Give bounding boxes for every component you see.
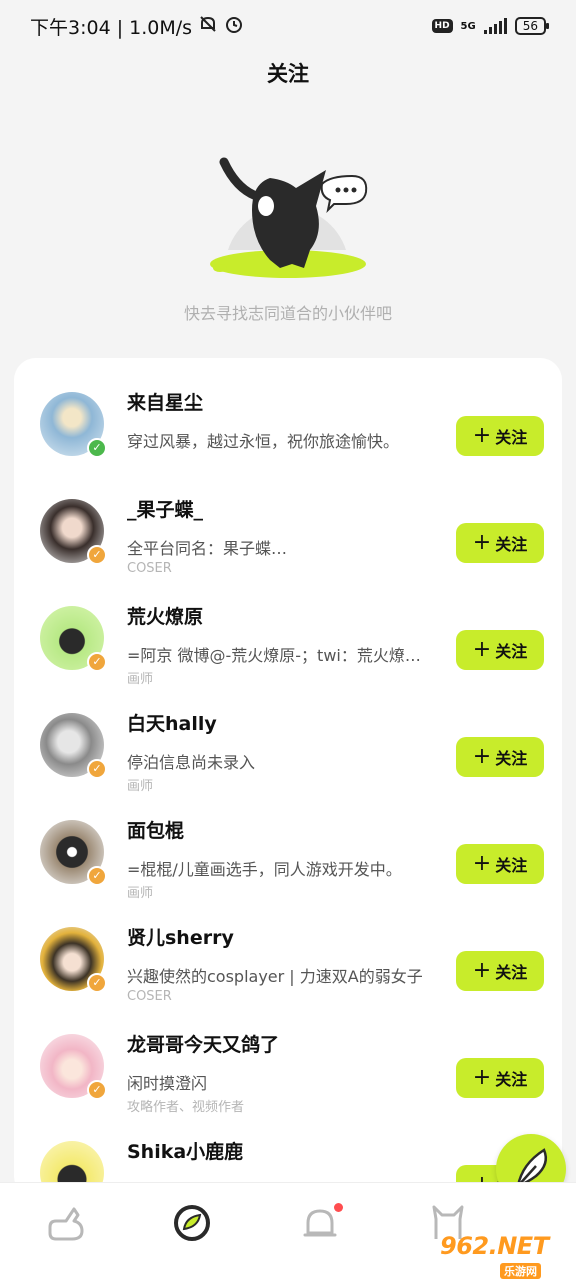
user-name[interactable]: 荒火燎原: [127, 602, 203, 629]
battery-icon: 56: [514, 17, 550, 35]
user-bio: =棍棍/儿童画选手，同人游戏开发中。: [127, 860, 402, 879]
verified-badge-icon: ✓: [87, 1080, 107, 1100]
status-bar: 下午3:04 | 1.0M/s HD 5G 56: [0, 0, 576, 52]
user-role: 画师: [127, 886, 154, 901]
user-row[interactable]: ✓ 贤儿sherry 兴趣使然的cosplayer | 力速双A的弱女子 COS…: [14, 907, 562, 1007]
follow-button[interactable]: +关注: [456, 1058, 544, 1098]
user-row[interactable]: ✓ 龙哥哥今天又鸽了 闲时摸澄闪 攻略作者、视频作者 + 关注: [14, 1014, 562, 1115]
user-bio: 全平台同名：果子蝶…: [127, 539, 288, 558]
follow-label: 关注: [495, 642, 528, 661]
app-screen: 下午3:04 | 1.0M/s HD 5G 56 关注 快去寻找志同道合的小伙伴…: [0, 0, 576, 1280]
user-role: 画师: [127, 779, 154, 794]
user-name[interactable]: 贤儿sherry: [127, 923, 234, 950]
follow-button[interactable]: +关注: [456, 416, 544, 456]
watermark-subtext: 乐游网: [500, 1263, 541, 1279]
user-bio: =阿京 微博@-荒火燎原-；twi：荒火燎…: [127, 646, 421, 665]
plus-icon: +: [472, 958, 492, 983]
user-row[interactable]: ✓ 白天hally 停泊信息尚未录入 画师 + 关注: [14, 693, 562, 794]
user-role: COSER: [127, 989, 172, 1004]
plus-icon: +: [472, 530, 492, 555]
plus-icon: +: [472, 744, 492, 769]
verified-badge-icon: ✓: [87, 438, 107, 458]
user-role: 攻略作者、视频作者: [127, 1100, 245, 1115]
follow-button[interactable]: +关注: [456, 844, 544, 884]
user-name[interactable]: 龙哥哥今天又鸽了: [127, 1030, 279, 1057]
verified-badge-icon: ✓: [87, 973, 107, 993]
verified-badge-icon: ✓: [87, 759, 107, 779]
follow-button[interactable]: +关注: [456, 951, 544, 991]
follow-button[interactable]: +关注: [456, 737, 544, 777]
mute-icon: [198, 14, 218, 39]
tab-discover[interactable]: [170, 1201, 214, 1245]
follow-label: 关注: [495, 535, 528, 554]
recommended-users-card: ✓ 来自星尘 穿过风暴，越过永恒，祝你旅途愉快。 + 关注 ✓ _果子蝶_ 全平台…: [14, 358, 562, 1198]
watermark-text: 962.NET: [440, 1232, 549, 1260]
follow-button[interactable]: +关注: [456, 630, 544, 670]
user-row[interactable]: ✓ _果子蝶_ 全平台同名：果子蝶… COSER + 关注: [14, 479, 562, 579]
verified-badge-icon: ✓: [87, 545, 107, 565]
status-time: 下午3:04 | 1.0M/s: [30, 16, 193, 39]
follow-label: 关注: [495, 428, 528, 447]
plus-icon: +: [472, 1065, 492, 1090]
follow-label: 关注: [495, 1070, 528, 1089]
home-icon: [48, 1207, 84, 1241]
hd-icon: HD: [431, 19, 453, 33]
user-bio: 兴趣使然的cosplayer | 力速双A的弱女子: [127, 967, 423, 986]
empty-state-illustration: [200, 140, 380, 290]
tab-notifications[interactable]: [298, 1201, 343, 1245]
user-bio: 闲时摸澄闪: [127, 1074, 208, 1093]
user-row[interactable]: ✓ 面包棍 =棍棍/儿童画选手，同人游戏开发中。 画师 + 关注: [14, 800, 562, 901]
empty-state-text: 快去寻找志同道合的小伙伴吧: [183, 304, 392, 323]
follow-button[interactable]: +关注: [456, 523, 544, 563]
user-bio: 穿过风暴，越过永恒，祝你旅途愉快。: [127, 432, 400, 451]
user-role: 画师: [127, 672, 154, 687]
battery-level: 56: [522, 19, 538, 33]
user-name[interactable]: 白天hally: [127, 709, 217, 736]
watermark-logo: 962.NET 乐游网: [440, 1232, 572, 1279]
user-row[interactable]: ✓ 荒火燎原 =阿京 微博@-荒火燎原-；twi：荒火燎… 画师 + 关注: [14, 586, 562, 687]
compass-icon: [174, 1205, 210, 1241]
user-name[interactable]: 来自星尘: [127, 388, 203, 415]
tab-home[interactable]: [44, 1201, 88, 1245]
user-name[interactable]: 面包棍: [127, 816, 184, 843]
alarm-icon: [224, 14, 244, 39]
verified-badge-icon: ✓: [87, 866, 107, 886]
user-bio: 停泊信息尚未录入: [127, 753, 256, 772]
follow-label: 关注: [495, 963, 528, 982]
user-name[interactable]: Shika小鹿鹿: [127, 1137, 243, 1164]
signal-icon: [483, 18, 507, 34]
plus-icon: +: [472, 423, 492, 448]
notification-dot: [334, 1203, 343, 1212]
network-type: 5G: [460, 20, 476, 32]
follow-label: 关注: [495, 856, 528, 875]
user-name[interactable]: _果子蝶_: [127, 495, 203, 522]
user-row[interactable]: ✓ 来自星尘 穿过风暴，越过永恒，祝你旅途愉快。 + 关注: [14, 372, 562, 472]
plus-icon: +: [472, 637, 492, 662]
verified-badge-icon: ✓: [87, 652, 107, 672]
user-role: COSER: [127, 561, 172, 576]
page-title: 关注: [267, 62, 309, 86]
plus-icon: +: [472, 851, 492, 876]
follow-label: 关注: [495, 749, 528, 768]
